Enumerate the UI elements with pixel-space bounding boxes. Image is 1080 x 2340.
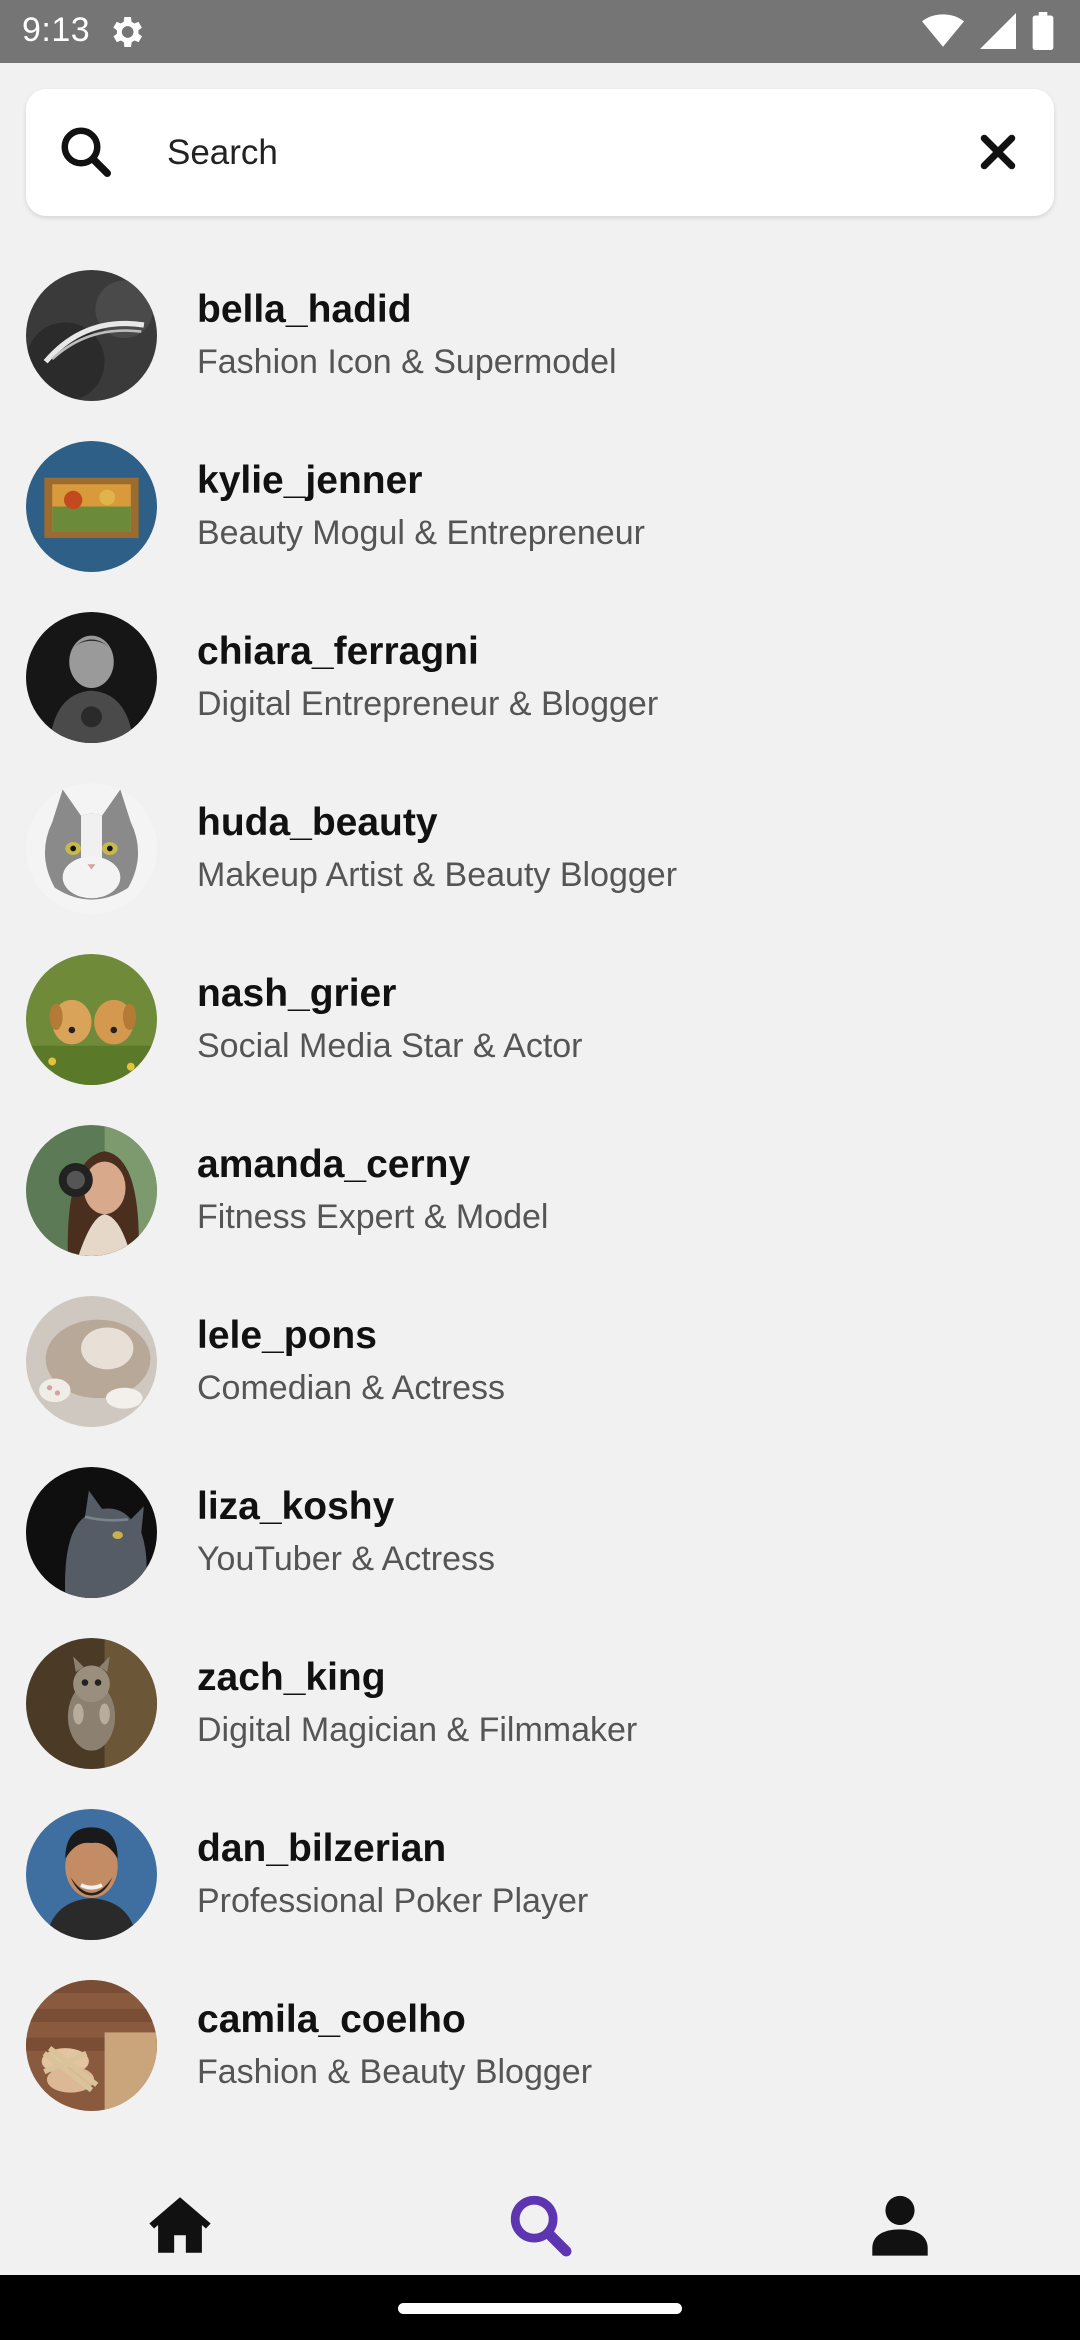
username: nash_grier (197, 972, 397, 1015)
user-list-item[interactable]: dan_bilzerian Professional Poker Player (0, 1789, 1080, 1960)
user-list-item[interactable]: huda_beauty Makeup Artist & Beauty Blogg… (0, 763, 1080, 934)
system-navigation-bar (0, 2275, 1080, 2340)
home-gesture-handle[interactable] (398, 2303, 682, 2314)
status-time: 9:13 (22, 11, 91, 49)
username: chiara_ferragni (197, 630, 479, 673)
bottom-navigation (0, 2160, 1080, 2275)
settings-gear-icon (113, 17, 142, 47)
avatar (26, 1296, 157, 1427)
user-list-item[interactable]: bella_hadid Fashion Icon & Supermodel (0, 250, 1080, 421)
user-bio: Digital Magician & Filmmaker (197, 1711, 638, 1749)
clear-search-icon[interactable] (968, 122, 1028, 182)
user-list-item[interactable]: liza_koshy YouTuber & Actress (0, 1447, 1080, 1618)
avatar (26, 954, 157, 1085)
search-icon[interactable] (505, 2190, 575, 2260)
avatar (26, 1125, 157, 1256)
user-bio: Beauty Mogul & Entrepreneur (197, 514, 645, 552)
username: huda_beauty (197, 801, 438, 844)
user-list-item[interactable]: lele_pons Comedian & Actress (0, 1276, 1080, 1447)
avatar (26, 1980, 157, 2111)
user-list-item[interactable]: camila_coelho Fashion & Beauty Blogger (0, 1960, 1080, 2131)
username: camila_coelho (197, 1998, 466, 2041)
user-list: bella_hadid Fashion Icon & Supermodel ky… (0, 250, 1080, 2131)
profile-icon[interactable] (865, 2190, 935, 2260)
user-list-item[interactable]: chiara_ferragni Digital Entrepreneur & B… (0, 592, 1080, 763)
user-bio: YouTuber & Actress (197, 1540, 495, 1578)
avatar (26, 270, 157, 401)
wifi-icon (922, 14, 964, 47)
search-input[interactable] (141, 89, 961, 216)
username: lele_pons (197, 1314, 377, 1357)
user-list-item[interactable]: kylie_jenner Beauty Mogul & Entrepreneur (0, 421, 1080, 592)
user-list-item[interactable]: amanda_cerny Fitness Expert & Model (0, 1105, 1080, 1276)
user-bio: Fashion & Beauty Blogger (197, 2053, 593, 2091)
search-icon (61, 127, 111, 177)
user-list-item[interactable]: nash_grier Social Media Star & Actor (0, 934, 1080, 1105)
user-bio: Professional Poker Player (197, 1882, 589, 1920)
username: amanda_cerny (197, 1143, 471, 1186)
username: bella_hadid (197, 288, 412, 331)
username: dan_bilzerian (197, 1827, 447, 1870)
user-bio: Digital Entrepreneur & Blogger (197, 685, 659, 723)
username: kylie_jenner (197, 459, 423, 502)
avatar (26, 1809, 157, 1940)
avatar (26, 783, 157, 914)
avatar (26, 612, 157, 743)
username: liza_koshy (197, 1485, 395, 1528)
search-bar (26, 89, 1054, 216)
status-bar: 9:13 (0, 0, 1080, 63)
user-bio: Fitness Expert & Model (197, 1198, 549, 1236)
user-bio: Fashion Icon & Supermodel (197, 343, 617, 381)
username: zach_king (197, 1656, 386, 1699)
signal-icon (980, 13, 1016, 49)
avatar (26, 1638, 157, 1769)
home-icon[interactable] (145, 2190, 215, 2260)
user-bio: Makeup Artist & Beauty Blogger (197, 856, 678, 894)
user-bio: Social Media Star & Actor (197, 1027, 583, 1065)
user-list-item[interactable]: zach_king Digital Magician & Filmmaker (0, 1618, 1080, 1789)
battery-icon (1032, 12, 1054, 50)
avatar (26, 1467, 157, 1598)
avatar (26, 441, 157, 572)
user-bio: Comedian & Actress (197, 1369, 506, 1407)
